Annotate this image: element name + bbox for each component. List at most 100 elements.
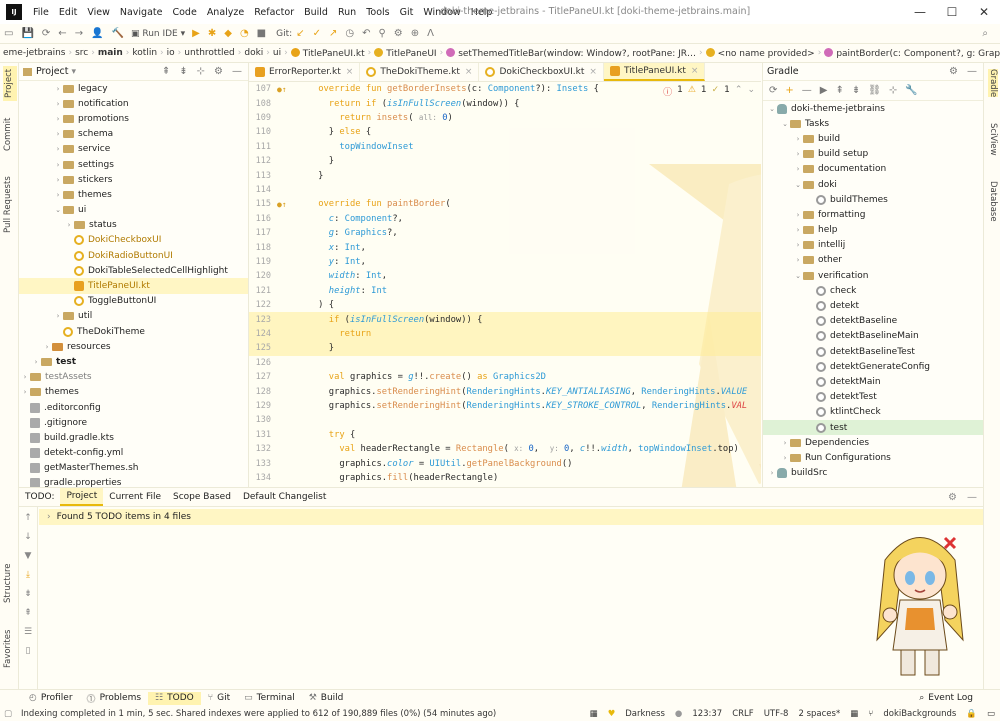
tool-window-button-terminal[interactable]: ▭ Terminal: [237, 692, 302, 705]
line-number[interactable]: 124: [249, 329, 271, 339]
status-message[interactable]: Indexing completed in 1 min, 5 sec. Shar…: [16, 709, 501, 719]
minimize-button[interactable]: —: [904, 0, 936, 24]
pull-requests-tool-tab[interactable]: Pull Requests: [3, 176, 13, 233]
history-icon[interactable]: ◷: [341, 28, 358, 39]
coverage-icon[interactable]: ◆: [220, 28, 236, 39]
menu-item-run[interactable]: Run: [333, 7, 361, 18]
gradle-tree-item[interactable]: detektBaselineTest: [763, 344, 983, 359]
back-icon[interactable]: ←: [54, 28, 70, 39]
chevron-icon[interactable]: ›: [793, 256, 803, 264]
stop-icon[interactable]: ■: [253, 28, 270, 39]
gradle-tree-item[interactable]: › documentation: [763, 162, 983, 177]
chevron-icon[interactable]: ›: [767, 469, 777, 477]
gear-icon[interactable]: ⚙: [948, 492, 957, 503]
gradle-tree-item[interactable]: › build: [763, 131, 983, 146]
chevron-icon[interactable]: ›: [793, 165, 803, 173]
line-number[interactable]: 132: [249, 444, 271, 454]
project-tree-item[interactable]: › resources: [19, 339, 248, 354]
breadcrumb-item[interactable]: ui: [270, 48, 284, 58]
tool-window-button-problems[interactable]: ⓵ Problems: [80, 692, 149, 705]
line-number[interactable]: 128: [249, 387, 271, 397]
git-update-icon[interactable]: ↙: [292, 28, 308, 39]
chevron-icon[interactable]: ›: [53, 85, 63, 93]
line-separator[interactable]: CRLF: [727, 709, 758, 719]
chevron-icon[interactable]: ›: [53, 115, 63, 123]
pycharm-logo-icon[interactable]: Λ: [423, 28, 438, 39]
caret-position[interactable]: 123:37: [687, 709, 727, 719]
run-icon[interactable]: ▶: [188, 28, 204, 39]
chevron-icon[interactable]: ⌄: [767, 105, 777, 113]
line-number[interactable]: 119: [249, 257, 271, 267]
breadcrumb-item[interactable]: unthrottled: [181, 48, 237, 58]
code-line[interactable]: 126: [249, 356, 761, 370]
project-tree-item[interactable]: › notification: [19, 96, 248, 111]
avatar[interactable]: ●: [670, 709, 687, 719]
line-number[interactable]: 116: [249, 214, 271, 224]
open-folder-icon[interactable]: ▭: [0, 28, 17, 39]
project-panel-title[interactable]: Project: [36, 66, 69, 77]
profile-icon[interactable]: ◔: [236, 28, 253, 39]
project-tree-item[interactable]: › service: [19, 142, 248, 157]
project-tree-item[interactable]: › legacy: [19, 81, 248, 96]
line-number[interactable]: 117: [249, 228, 271, 238]
todo-tab[interactable]: Default Changelist: [237, 488, 332, 506]
chevron-icon[interactable]: ›: [31, 358, 41, 366]
project-tree-item[interactable]: › util: [19, 309, 248, 324]
project-tool-tab[interactable]: Project: [3, 65, 17, 101]
line-number[interactable]: 134: [249, 473, 271, 483]
git-branch[interactable]: dokiBackgrounds: [878, 709, 961, 719]
readonly-toggle-icon[interactable]: ▦: [845, 709, 863, 719]
project-tree-item[interactable]: ToggleButtonUI: [19, 294, 248, 309]
code-line[interactable]: 127 val graphics = g!!.create() as Graph…: [249, 370, 761, 384]
project-tree-item[interactable]: DokiCheckboxUI: [19, 233, 248, 248]
chevron-icon[interactable]: ›: [793, 150, 803, 158]
chevron-icon[interactable]: ⌄: [53, 206, 63, 214]
minus-icon[interactable]: —: [802, 85, 812, 96]
line-number[interactable]: 131: [249, 430, 271, 440]
link-icon[interactable]: ⛓: [868, 85, 881, 96]
chevron-icon[interactable]: ›: [53, 191, 63, 199]
collapse-all-icon[interactable]: ⇞: [162, 66, 170, 77]
line-number[interactable]: 118: [249, 243, 271, 253]
project-tree-item[interactable]: TitlePaneUI.kt: [19, 278, 248, 294]
close-icon[interactable]: ×: [465, 67, 473, 77]
chevron-icon[interactable]: ›: [793, 226, 803, 234]
gradle-tool-tab[interactable]: Gradle: [988, 69, 998, 98]
sciview-tool-tab[interactable]: SciView: [988, 123, 998, 156]
project-tree-item[interactable]: .editorconfig: [19, 400, 248, 415]
line-number[interactable]: 127: [249, 372, 271, 382]
structure-tool-tab[interactable]: Structure: [3, 563, 13, 603]
line-number[interactable]: 122: [249, 300, 271, 310]
project-tree-item[interactable]: › promotions: [19, 111, 248, 126]
chevron-icon[interactable]: ›: [53, 176, 63, 184]
project-tree-item[interactable]: › themes: [19, 187, 248, 202]
code-line[interactable]: 128 graphics.setRenderingHint(RenderingH…: [249, 384, 761, 398]
code-line[interactable]: 116 c: Component?,: [249, 212, 761, 226]
event-log-button[interactable]: ⌕ Event Log: [912, 693, 980, 703]
project-tree-item[interactable]: .gitignore: [19, 415, 248, 430]
database-tool-tab[interactable]: Database: [988, 181, 998, 222]
preview-icon[interactable]: ⤓: [26, 570, 30, 580]
memory-indicator-icon[interactable]: ▭: [982, 709, 1000, 719]
chevron-icon[interactable]: ›: [64, 221, 74, 229]
gutter-override-icon[interactable]: ●↑: [271, 85, 291, 94]
lightbulb-icon[interactable]: ▦: [585, 709, 603, 719]
breadcrumb-item[interactable]: <no name provided>: [703, 47, 818, 59]
line-number[interactable]: 110: [249, 127, 271, 137]
settings-icon[interactable]: ⚙: [390, 28, 407, 39]
line-number[interactable]: 112: [249, 156, 271, 166]
gradle-tree-item[interactable]: › Run Configurations: [763, 450, 983, 465]
chevron-icon[interactable]: ›: [793, 241, 803, 249]
code-line[interactable]: 125 }: [249, 341, 761, 356]
hide-icon[interactable]: —: [232, 66, 242, 77]
pin-icon[interactable]: ▯: [26, 646, 31, 656]
maximize-button[interactable]: ☐: [936, 0, 968, 24]
sync-icon[interactable]: ⟳: [38, 28, 54, 39]
code-with-me-icon[interactable]: ⊕: [407, 28, 423, 39]
code-line[interactable]: 129 graphics.setRenderingHint(RenderingH…: [249, 399, 761, 413]
chevron-icon[interactable]: ›: [780, 439, 790, 447]
chevron-down-icon[interactable]: ⌄: [747, 85, 755, 98]
locate-icon[interactable]: ⊹: [197, 66, 205, 77]
chevron-icon[interactable]: ›: [53, 145, 63, 153]
git-push-icon[interactable]: ↗: [325, 28, 341, 39]
